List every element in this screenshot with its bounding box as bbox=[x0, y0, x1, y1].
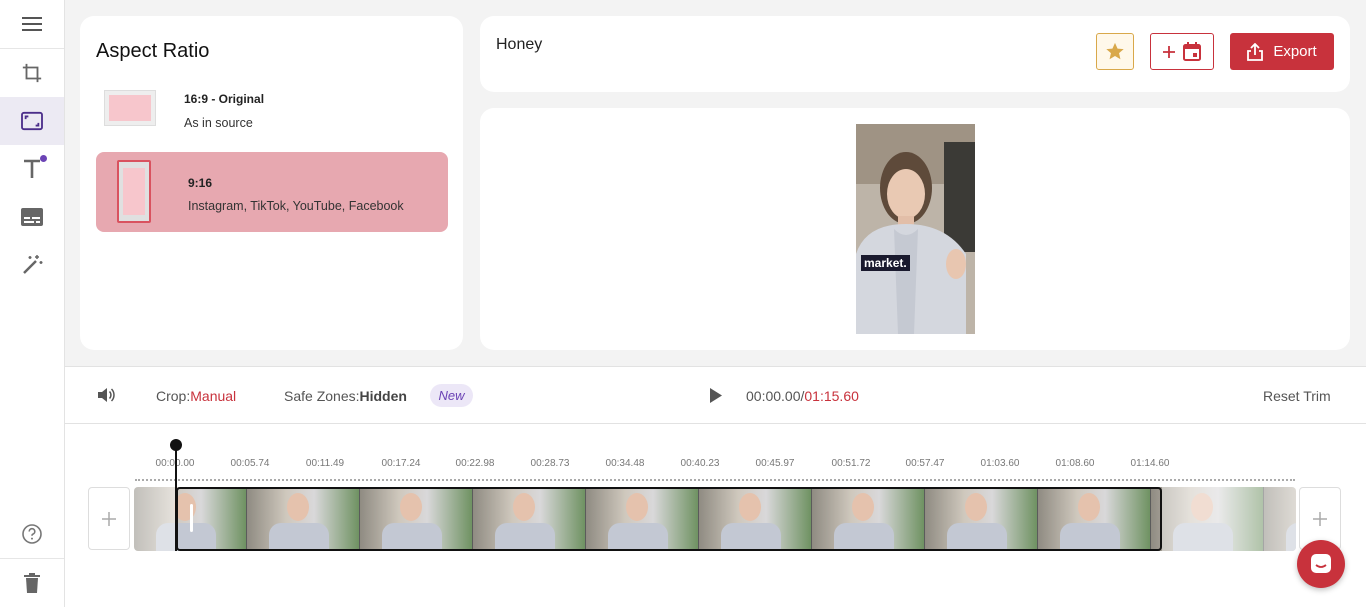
sidebar bbox=[0, 0, 65, 607]
option-label: 16:9 - Original bbox=[184, 92, 265, 106]
trim-handle-start[interactable] bbox=[190, 504, 193, 532]
time-tick: 00:22.98 bbox=[455, 458, 495, 469]
notification-dot bbox=[40, 155, 47, 162]
star-icon bbox=[1106, 42, 1124, 60]
crop-value: Manual bbox=[190, 388, 237, 404]
aspect-ratio-icon bbox=[21, 111, 43, 131]
sidebar-item-aspect-ratio[interactable] bbox=[0, 97, 64, 145]
time-tick: 00:34.48 bbox=[605, 458, 645, 469]
magic-wand-icon bbox=[23, 255, 43, 274]
time-tick: 00:45.97 bbox=[755, 458, 795, 469]
video-preview[interactable]: market. bbox=[856, 124, 975, 334]
option-description: Instagram, TikTok, YouTube, Facebook bbox=[188, 199, 404, 213]
video-frame-image bbox=[856, 124, 975, 334]
time-tick: 01:08.60 bbox=[1055, 458, 1095, 469]
project-title[interactable]: Honey bbox=[496, 36, 542, 54]
plus-icon bbox=[1163, 45, 1175, 58]
time-tick: 01:03.60 bbox=[980, 458, 1020, 469]
time-tick: 00:28.73 bbox=[530, 458, 570, 469]
panel-title: Aspect Ratio bbox=[96, 40, 210, 62]
chat-launcher-button[interactable] bbox=[1297, 540, 1345, 588]
sidebar-item-subtitles[interactable] bbox=[0, 193, 64, 241]
safe-zones-toggle[interactable]: Safe Zones:Hidden bbox=[284, 388, 407, 404]
trash-icon bbox=[24, 573, 40, 593]
export-button[interactable]: Export bbox=[1230, 33, 1334, 70]
export-label: Export bbox=[1273, 43, 1317, 60]
sidebar-item-text[interactable] bbox=[0, 145, 64, 193]
menu-button[interactable] bbox=[0, 0, 64, 48]
trim-selection[interactable] bbox=[176, 487, 1162, 551]
time-tick: 00:57.47 bbox=[905, 458, 945, 469]
new-badge: New bbox=[430, 384, 473, 407]
time-tick: 00:11.49 bbox=[305, 458, 345, 469]
safe-zones-label: Safe Zones bbox=[284, 388, 356, 404]
play-icon bbox=[710, 388, 722, 403]
time-tick: 00:17.24 bbox=[381, 458, 421, 469]
volume-button[interactable] bbox=[97, 387, 115, 408]
help-button[interactable] bbox=[0, 510, 64, 558]
landscape-thumbnail bbox=[104, 90, 156, 126]
playhead[interactable] bbox=[175, 444, 177, 551]
crop-icon bbox=[22, 63, 42, 83]
header-panel: Honey Export bbox=[480, 16, 1350, 92]
favorite-button[interactable] bbox=[1096, 33, 1134, 70]
share-icon bbox=[1247, 42, 1264, 61]
menu-icon bbox=[22, 17, 42, 31]
aspect-option-9-16[interactable]: 9:16 Instagram, TikTok, YouTube, Faceboo… bbox=[96, 152, 448, 232]
time-display: 00:00.00/01:15.60 bbox=[746, 388, 859, 404]
timeline: 00:00.00 00:05.74 00:11.49 00:17.24 00:2… bbox=[65, 424, 1366, 607]
subtitles-icon bbox=[21, 208, 43, 226]
total-time: 01:15.60 bbox=[804, 388, 859, 404]
time-tick: 00:40.23 bbox=[680, 458, 720, 469]
text-icon bbox=[24, 159, 40, 178]
schedule-button[interactable] bbox=[1150, 33, 1214, 70]
crop-mode[interactable]: Crop:Manual bbox=[156, 388, 236, 404]
time-tick: 00:51.72 bbox=[831, 458, 871, 469]
trimmed-region-start bbox=[134, 487, 176, 551]
time-tick: 01:14.60 bbox=[1130, 458, 1170, 469]
ruler-dots bbox=[135, 479, 1295, 481]
current-time: 00:00.00 bbox=[746, 388, 801, 404]
aspect-option-16-9[interactable]: 16:9 - Original As in source bbox=[96, 82, 448, 162]
option-label: 9:16 bbox=[188, 176, 213, 190]
sidebar-item-magic[interactable] bbox=[0, 241, 64, 289]
calendar-icon bbox=[1183, 42, 1201, 61]
playback-controls: Crop:Manual Safe Zones:Hidden New 00:00.… bbox=[65, 366, 1366, 424]
safe-zones-value: Hidden bbox=[359, 388, 407, 404]
portrait-thumbnail bbox=[117, 160, 151, 223]
chat-icon bbox=[1311, 554, 1331, 573]
delete-button[interactable] bbox=[0, 559, 64, 607]
crop-label: Crop bbox=[156, 388, 187, 404]
help-icon bbox=[22, 524, 42, 544]
plus-icon bbox=[102, 511, 116, 526]
preview-panel: market. bbox=[480, 108, 1350, 350]
aspect-ratio-panel: Aspect Ratio 16:9 - Original As in sourc… bbox=[80, 16, 463, 350]
add-clip-before-button[interactable] bbox=[88, 487, 130, 550]
time-tick: 00:05.74 bbox=[230, 458, 270, 469]
reset-trim-button[interactable]: Reset Trim bbox=[1263, 388, 1331, 404]
play-button[interactable] bbox=[709, 388, 722, 408]
plus-icon bbox=[1313, 511, 1327, 526]
trimmed-region-end bbox=[1162, 487, 1296, 551]
caption-overlay: market. bbox=[861, 255, 910, 271]
option-description: As in source bbox=[184, 116, 253, 130]
volume-icon bbox=[98, 388, 115, 402]
sidebar-item-crop[interactable] bbox=[0, 49, 64, 97]
playhead-handle[interactable] bbox=[170, 439, 182, 451]
